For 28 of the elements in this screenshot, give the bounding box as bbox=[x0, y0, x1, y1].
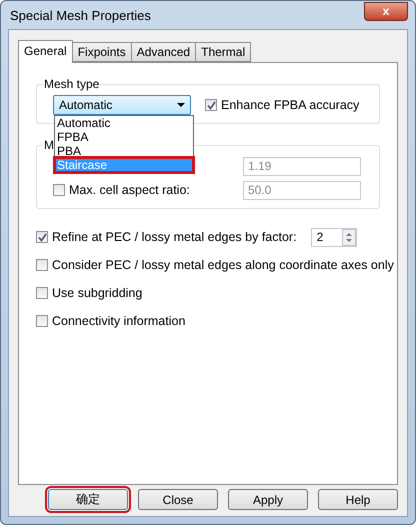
checkbox-label: Enhance FPBA accuracy bbox=[221, 98, 360, 112]
number-spinner[interactable]: 2 bbox=[310, 228, 357, 246]
checkbox-label: Consider PEC / lossy metal edges along coordinate axes only bbox=[52, 258, 394, 272]
spin-arrows-icon[interactable] bbox=[342, 228, 356, 246]
checkbox-label: Refine at PEC / lossy metal edges by factor: bbox=[52, 230, 297, 244]
caret-icon bbox=[177, 103, 185, 107]
tab[interactable]: Advanced bbox=[130, 42, 196, 62]
checkmark-icon bbox=[206, 100, 216, 110]
checkbox[interactable] bbox=[205, 99, 217, 111]
checkbox[interactable] bbox=[36, 315, 48, 327]
checkmark-icon bbox=[38, 232, 46, 242]
tab[interactable]: General bbox=[18, 40, 73, 63]
checkbox[interactable] bbox=[53, 184, 65, 196]
checkbox-label: Max. cell aspect ratio: bbox=[69, 183, 190, 197]
tab[interactable]: Thermal bbox=[195, 42, 252, 62]
dialog-button[interactable]: Close bbox=[138, 489, 218, 510]
dialog-button[interactable]: Help bbox=[318, 489, 398, 510]
checkbox[interactable] bbox=[36, 259, 48, 271]
checkbox-label: Connectivity information bbox=[52, 314, 186, 328]
dialog-button[interactable]: Apply bbox=[228, 489, 308, 510]
group-legend: M bbox=[43, 138, 55, 152]
checkbox-label: Use subgridding bbox=[52, 286, 142, 300]
tab[interactable]: Fixpoints bbox=[72, 42, 132, 62]
checkbox[interactable] bbox=[36, 287, 48, 299]
checkbox[interactable] bbox=[36, 231, 48, 243]
group-legend: Mesh type bbox=[43, 77, 100, 91]
dialog-button[interactable]: 确定 bbox=[48, 489, 128, 510]
window-title: Special Mesh Properties bbox=[9, 8, 151, 22]
